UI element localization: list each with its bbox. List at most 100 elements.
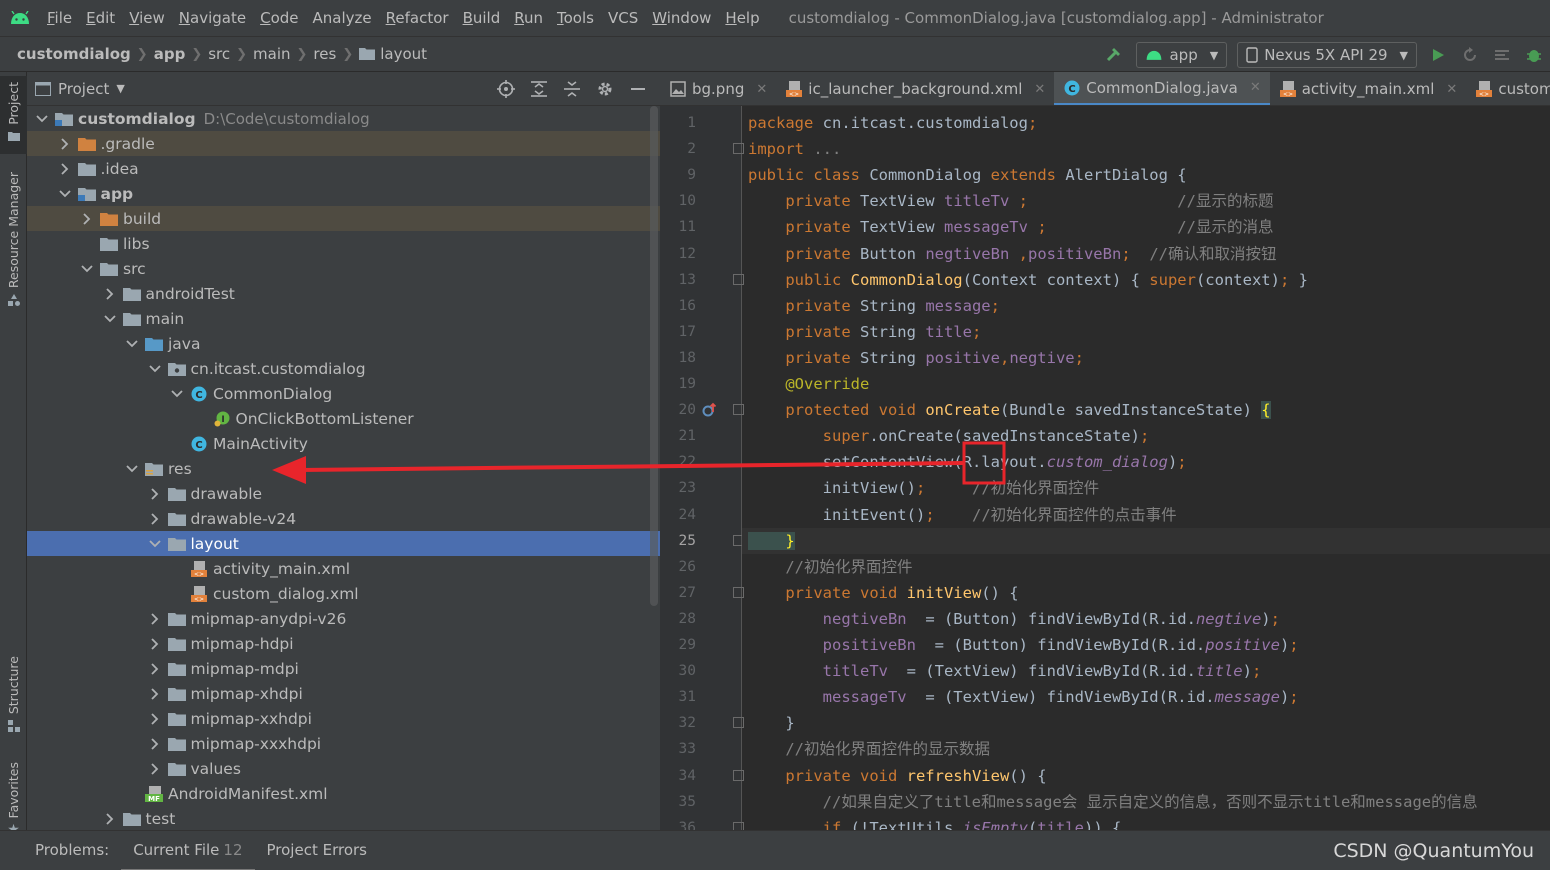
collapse-all-icon[interactable]: [555, 72, 588, 106]
tree-item-build[interactable]: build: [27, 206, 660, 231]
menu-edit[interactable]: Edit: [79, 0, 122, 36]
editor-tab-ic-launcher-background-xml[interactable]: <> ic_launcher_background.xml ✕: [776, 72, 1054, 105]
chevron-down-icon[interactable]: [80, 262, 94, 276]
apply-changes-icon[interactable]: [1454, 37, 1486, 73]
chevron-right-icon[interactable]: [103, 812, 117, 826]
close-icon[interactable]: ✕: [1446, 82, 1457, 97]
tree-item-test[interactable]: test: [27, 806, 660, 831]
tree-item-cn-itcast-customdialog[interactable]: cn.itcast.customdialog: [27, 356, 660, 381]
chevron-right-icon[interactable]: [148, 762, 162, 776]
tree-item-res[interactable]: res: [27, 456, 660, 481]
gear-icon[interactable]: [588, 72, 621, 106]
tree-item-values[interactable]: values: [27, 756, 660, 781]
tree-item-mipmap-mdpi[interactable]: mipmap-mdpi: [27, 656, 660, 681]
menu-vcs[interactable]: VCS: [601, 0, 645, 36]
tab-current-file[interactable]: Current File 12: [121, 831, 255, 870]
menu-run[interactable]: Run: [507, 0, 550, 36]
expand-all-icon[interactable]: [522, 72, 555, 106]
editor-tab-commondialog-java[interactable]: C CommonDialog.java ✕: [1054, 72, 1270, 105]
menu-file[interactable]: File: [40, 0, 79, 36]
tree-item-app[interactable]: app: [27, 181, 660, 206]
tree-item-customdialog[interactable]: customdialog D:\Code\customdialog: [27, 106, 660, 131]
chevron-right-icon[interactable]: [148, 487, 162, 501]
chevron-right-icon[interactable]: [58, 162, 72, 176]
hide-panel-icon[interactable]: [621, 72, 654, 106]
tree-item-commondialog[interactable]: C CommonDialog: [27, 381, 660, 406]
menu-code[interactable]: Code: [253, 0, 305, 36]
chevron-down-icon[interactable]: [125, 337, 139, 351]
editor-tab-bg-png[interactable]: bg.png ✕: [660, 72, 776, 105]
chevron-right-icon[interactable]: [103, 287, 117, 301]
menu-view[interactable]: View: [122, 0, 172, 36]
breadcrumb-customdialog[interactable]: customdialog: [12, 45, 136, 63]
tree-item-mainactivity[interactable]: C MainActivity: [27, 431, 660, 456]
chevron-right-icon[interactable]: [148, 737, 162, 751]
menu-build[interactable]: Build: [456, 0, 508, 36]
menu-analyze[interactable]: Analyze: [306, 0, 379, 36]
project-view-select[interactable]: Project ▼: [35, 80, 125, 98]
tree-item-drawable-v24[interactable]: drawable-v24: [27, 506, 660, 531]
make-project-hammer-icon[interactable]: [1099, 37, 1131, 73]
locate-file-icon[interactable]: [489, 72, 522, 106]
menu-window[interactable]: Window: [645, 0, 718, 36]
tree-item-mipmap-xxxhdpi[interactable]: mipmap-xxxhdpi: [27, 731, 660, 756]
tree-item-java[interactable]: java: [27, 331, 660, 356]
tree-item-custom-dialog-xml[interactable]: <> custom_dialog.xml: [27, 581, 660, 606]
chevron-down-icon[interactable]: [103, 312, 117, 326]
project-tree-scrollbar[interactable]: [650, 106, 658, 606]
chevron-down-icon[interactable]: [58, 187, 72, 201]
tree-item-src[interactable]: src: [27, 256, 660, 281]
tab-project-errors[interactable]: Project Errors: [255, 831, 379, 870]
chevron-down-icon[interactable]: [148, 362, 162, 376]
chevron-right-icon[interactable]: [148, 612, 162, 626]
menu-help[interactable]: Help: [718, 0, 766, 36]
chevron-right-icon[interactable]: [148, 512, 162, 526]
editor-tab-activity-main-xml[interactable]: <> activity_main.xml ✕: [1270, 72, 1467, 105]
tree-item-mipmap-hdpi[interactable]: mipmap-hdpi: [27, 631, 660, 656]
editor-tab-custom-d[interactable]: <> custom_d: [1466, 72, 1550, 105]
menu-tools[interactable]: Tools: [550, 0, 601, 36]
menu-refactor[interactable]: Refactor: [379, 0, 456, 36]
tree-item-main[interactable]: main: [27, 306, 660, 331]
chevron-right-icon[interactable]: [148, 662, 162, 676]
tree-item-activity-main-xml[interactable]: <> activity_main.xml: [27, 556, 660, 581]
chevron-right-icon[interactable]: [148, 637, 162, 651]
chevron-down-icon[interactable]: [125, 462, 139, 476]
tree-item-mipmap-xxhdpi[interactable]: mipmap-xxhdpi: [27, 706, 660, 731]
breadcrumb-src[interactable]: src: [203, 45, 235, 63]
tree-item-androidmanifest-xml[interactable]: MF AndroidManifest.xml: [27, 781, 660, 806]
chevron-down-icon[interactable]: [148, 537, 162, 551]
tree-item-drawable[interactable]: drawable: [27, 481, 660, 506]
run-configuration-select[interactable]: app ▼: [1136, 42, 1228, 68]
close-icon[interactable]: ✕: [1034, 82, 1045, 97]
chevron-right-icon[interactable]: [80, 212, 94, 226]
close-icon[interactable]: ✕: [1250, 80, 1261, 95]
breadcrumb-layout[interactable]: layout: [354, 45, 432, 64]
chevron-down-icon[interactable]: [35, 112, 49, 126]
breadcrumb-main[interactable]: main: [248, 45, 295, 63]
chevron-right-icon[interactable]: [148, 712, 162, 726]
apply-code-changes-icon[interactable]: [1486, 37, 1518, 73]
chevron-down-icon[interactable]: [170, 387, 184, 401]
tree-item-gradle[interactable]: .gradle: [27, 131, 660, 156]
debug-bug-icon[interactable]: [1518, 37, 1550, 73]
side-tab-structure[interactable]: Structure: [0, 656, 27, 740]
device-select[interactable]: Nexus 5X API 29 ▼: [1237, 42, 1417, 68]
run-play-icon[interactable]: [1422, 37, 1454, 73]
tree-item-idea[interactable]: .idea: [27, 156, 660, 181]
chevron-right-icon[interactable]: [148, 687, 162, 701]
tree-item-mipmap-xhdpi[interactable]: mipmap-xhdpi: [27, 681, 660, 706]
close-icon[interactable]: ✕: [756, 82, 767, 97]
tree-item-androidtest[interactable]: androidTest: [27, 281, 660, 306]
breadcrumb-res[interactable]: res: [308, 45, 341, 63]
tree-item-mipmap-anydpi-v26[interactable]: mipmap-anydpi-v26: [27, 606, 660, 631]
menu-navigate[interactable]: Navigate: [172, 0, 253, 36]
side-tab-project[interactable]: Project: [0, 76, 27, 154]
code-view[interactable]: package cn.itcast.customdialog; import ..…: [742, 106, 1550, 830]
side-tab-resource-manager[interactable]: Resource Manager: [0, 172, 27, 312]
override-method-icon[interactable]: [702, 402, 718, 418]
tree-item-onclickbottomlistener[interactable]: I OnClickBottomListener: [27, 406, 660, 431]
breadcrumb-app[interactable]: app: [149, 45, 191, 63]
chevron-right-icon[interactable]: [58, 137, 72, 151]
tree-item-libs[interactable]: libs: [27, 231, 660, 256]
